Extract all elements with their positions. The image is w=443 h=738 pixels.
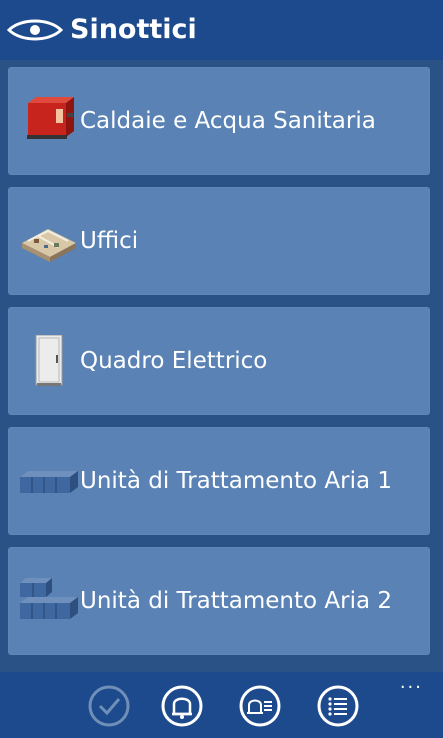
menu-item-label: Unità di Trattamento Aria 2 [80,588,393,614]
air-handling-unit-stacked-icon [20,578,78,619]
app-bar: ... [0,672,443,738]
bell-icon[interactable] [160,684,204,728]
menu-item-quadro-elettrico[interactable]: Quadro Elettrico [8,307,430,415]
menu-item-uta-1[interactable]: Unità di Trattamento Aria 1 [8,427,430,535]
synoptic-list: Caldaie e Acqua Sanitaria Uffici Quadro … [0,60,443,672]
air-handling-unit-icon [20,471,78,493]
menu-item-label: Unità di Trattamento Aria 1 [80,468,393,494]
menu-item-label: Uffici [80,228,139,254]
eye-icon [7,19,63,41]
page-header: Sinottici [0,0,443,60]
menu-item-caldaie[interactable]: Caldaie e Acqua Sanitaria [8,67,430,175]
electrical-panel-icon [35,335,63,386]
more-menu-button[interactable]: ... [400,674,423,692]
menu-item-label: Quadro Elettrico [80,348,268,374]
boiler-icon [27,97,74,139]
menu-item-uta-2[interactable]: Unità di Trattamento Aria 2 [8,547,430,655]
list-icon[interactable] [316,684,360,728]
page-title: Sinottici [70,14,197,45]
menu-item-uffici[interactable]: Uffici [8,187,430,295]
office-floorplan-icon [22,229,76,262]
menu-item-label: Caldaie e Acqua Sanitaria [80,108,376,134]
bell-list-icon[interactable] [238,684,282,728]
check-icon[interactable] [87,684,131,728]
